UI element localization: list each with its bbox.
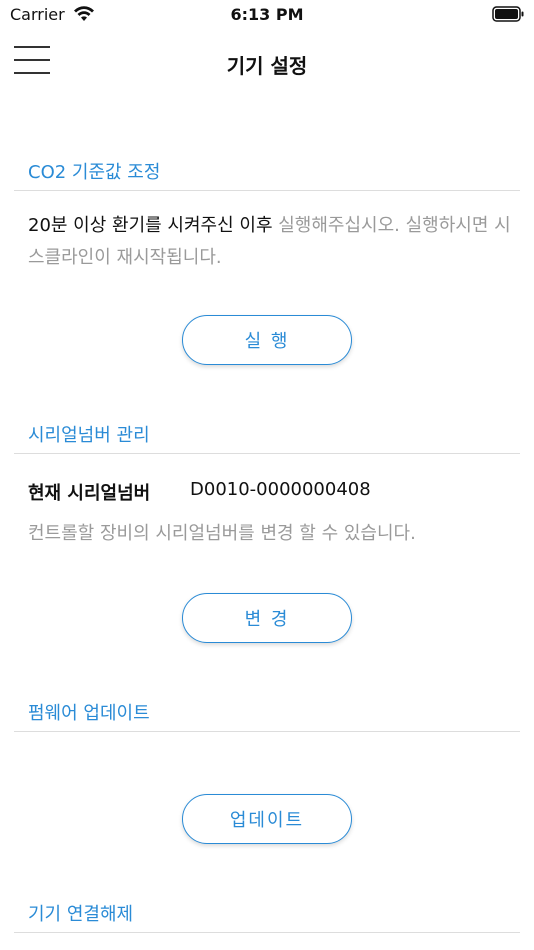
page-title: 기기 설정: [226, 54, 308, 78]
serial-current-label: 현재 시리얼넘버: [28, 483, 151, 504]
clock: 6:13 PM: [230, 5, 304, 24]
serial-current-value: D0010-0000000408: [190, 479, 371, 500]
nav-bar: 기기 설정: [0, 30, 534, 94]
disconnect-section-header[interactable]: 기기 연결해제: [28, 900, 133, 926]
firmware-update-button[interactable]: 업데이트: [182, 794, 352, 844]
firmware-section-header: 펌웨어 업데이트: [28, 703, 150, 724]
serial-change-button[interactable]: 변 경: [182, 593, 352, 643]
battery-icon: [492, 6, 524, 22]
status-bar: Carrier 6:13 PM: [0, 0, 534, 30]
co2-description-primary: 20분 이상 환기를 시켜주신 이후: [28, 215, 273, 236]
serial-divider: [14, 453, 520, 454]
co2-description: 20분 이상 환기를 시켜주신 이후 실행해주십시오. 실행하시면 시스클라인이…: [28, 210, 518, 274]
serial-section-header: 시리얼넘버 관리: [28, 425, 150, 446]
firmware-divider: [14, 731, 520, 732]
disconnect-divider: [14, 932, 520, 933]
co2-divider: [14, 190, 520, 191]
co2-section-header: CO2 기준값 조정: [28, 162, 161, 183]
co2-run-button[interactable]: 실 행: [182, 315, 352, 365]
serial-description: 컨트롤할 장비의 시리얼넘버를 변경 할 수 있습니다.: [28, 523, 416, 544]
